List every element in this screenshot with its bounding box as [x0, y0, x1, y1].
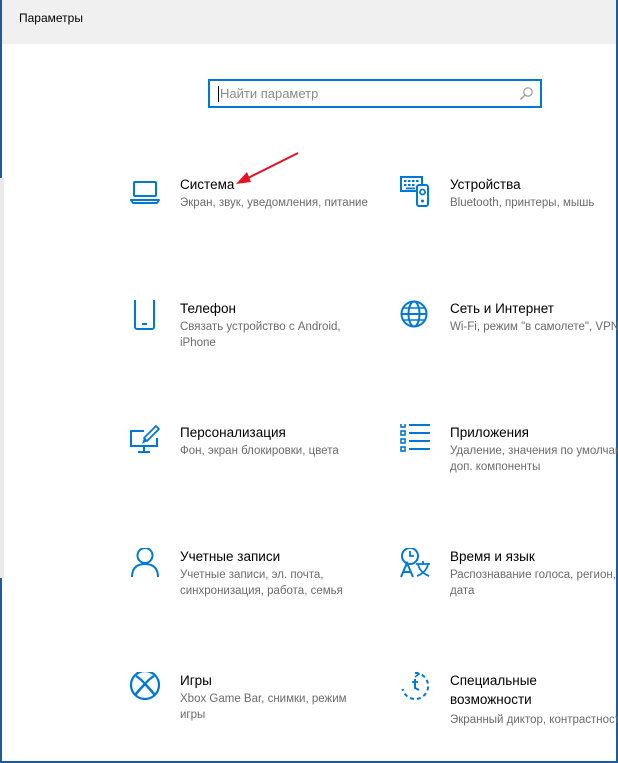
window-edge-shadow	[0, 178, 4, 578]
globe-icon	[400, 300, 434, 334]
tile-title: Персонализация	[180, 425, 286, 440]
laptop-icon	[130, 176, 164, 210]
tile-title: Игры	[180, 673, 212, 688]
tile-title: Сеть и Интернет	[450, 301, 554, 316]
xbox-icon	[130, 672, 164, 706]
annotation-arrow-icon	[236, 152, 299, 184]
search-input[interactable]	[220, 83, 510, 103]
tile-description: Xbox Game Bar, снимки, режим игры	[180, 693, 347, 721]
title-bar[interactable]: Параметры	[2, 0, 616, 44]
person-icon	[130, 548, 164, 582]
tile-description: Экран, звук, уведомления, питание	[180, 197, 368, 209]
tile-description: Экранный диктор, контрастность	[450, 714, 618, 726]
tile-description: Связать устройство с Android, iPhone	[180, 321, 341, 349]
tile-title: Специальные	[450, 673, 537, 688]
tile-apps[interactable]: Приложения Удаление, значения по умолчан…	[400, 424, 618, 504]
phone-icon	[130, 300, 164, 334]
accessibility-icon	[400, 672, 434, 706]
tile-title: Система	[180, 177, 235, 192]
tile-title: Время и язык	[450, 549, 535, 564]
paint-brush-icon	[130, 424, 164, 458]
tile-title-line2: возможности	[450, 692, 532, 707]
keyboard-printer-icon	[400, 176, 434, 210]
apps-list-icon	[400, 424, 434, 458]
tile-accessibility[interactable]: Специальные возможности Экранный диктор,…	[400, 672, 618, 762]
tile-description: Учетные записи, эл. почта, синхронизация…	[180, 569, 343, 597]
tile-description: Bluetooth, принтеры, мышь	[450, 197, 595, 209]
tile-devices[interactable]: Устройства Bluetooth, принтеры, мышь	[400, 176, 618, 256]
tile-title: Телефон	[180, 301, 237, 316]
tile-personalization[interactable]: Персонализация Фон, экран блокировки, цв…	[130, 424, 350, 504]
text-cursor	[218, 86, 219, 102]
tile-title: Учетные записи	[180, 549, 281, 564]
tile-time-language[interactable]: Время и язык Распознавание голоса, регио…	[400, 548, 618, 628]
tile-title: Устройства	[450, 177, 521, 192]
tile-title: Приложения	[450, 425, 529, 440]
search-box[interactable]	[208, 79, 542, 108]
tile-network[interactable]: Сеть и Интернет Wi-Fi, режим "в самолете…	[400, 300, 618, 380]
window-title: Параметры	[19, 11, 83, 25]
tile-description: Удаление, значения по умолчанию, доп. ко…	[450, 445, 618, 473]
time-language-icon	[400, 548, 434, 582]
search-icon[interactable]	[518, 86, 534, 102]
tile-description: Фон, экран блокировки, цвета	[180, 445, 339, 457]
tile-gaming[interactable]: Игры Xbox Game Bar, снимки, режим игры	[130, 672, 350, 752]
tile-description: Wi-Fi, режим "в самолете", VPN	[450, 321, 618, 333]
tile-description: Распознавание голоса, регион, дата	[450, 569, 616, 597]
tile-phone[interactable]: Телефон Связать устройство с Android, iP…	[130, 300, 350, 380]
tile-system[interactable]: Система Экран, звук, уведомления, питани…	[130, 176, 368, 256]
tile-accounts[interactable]: Учетные записи Учетные записи, эл. почта…	[130, 548, 350, 628]
